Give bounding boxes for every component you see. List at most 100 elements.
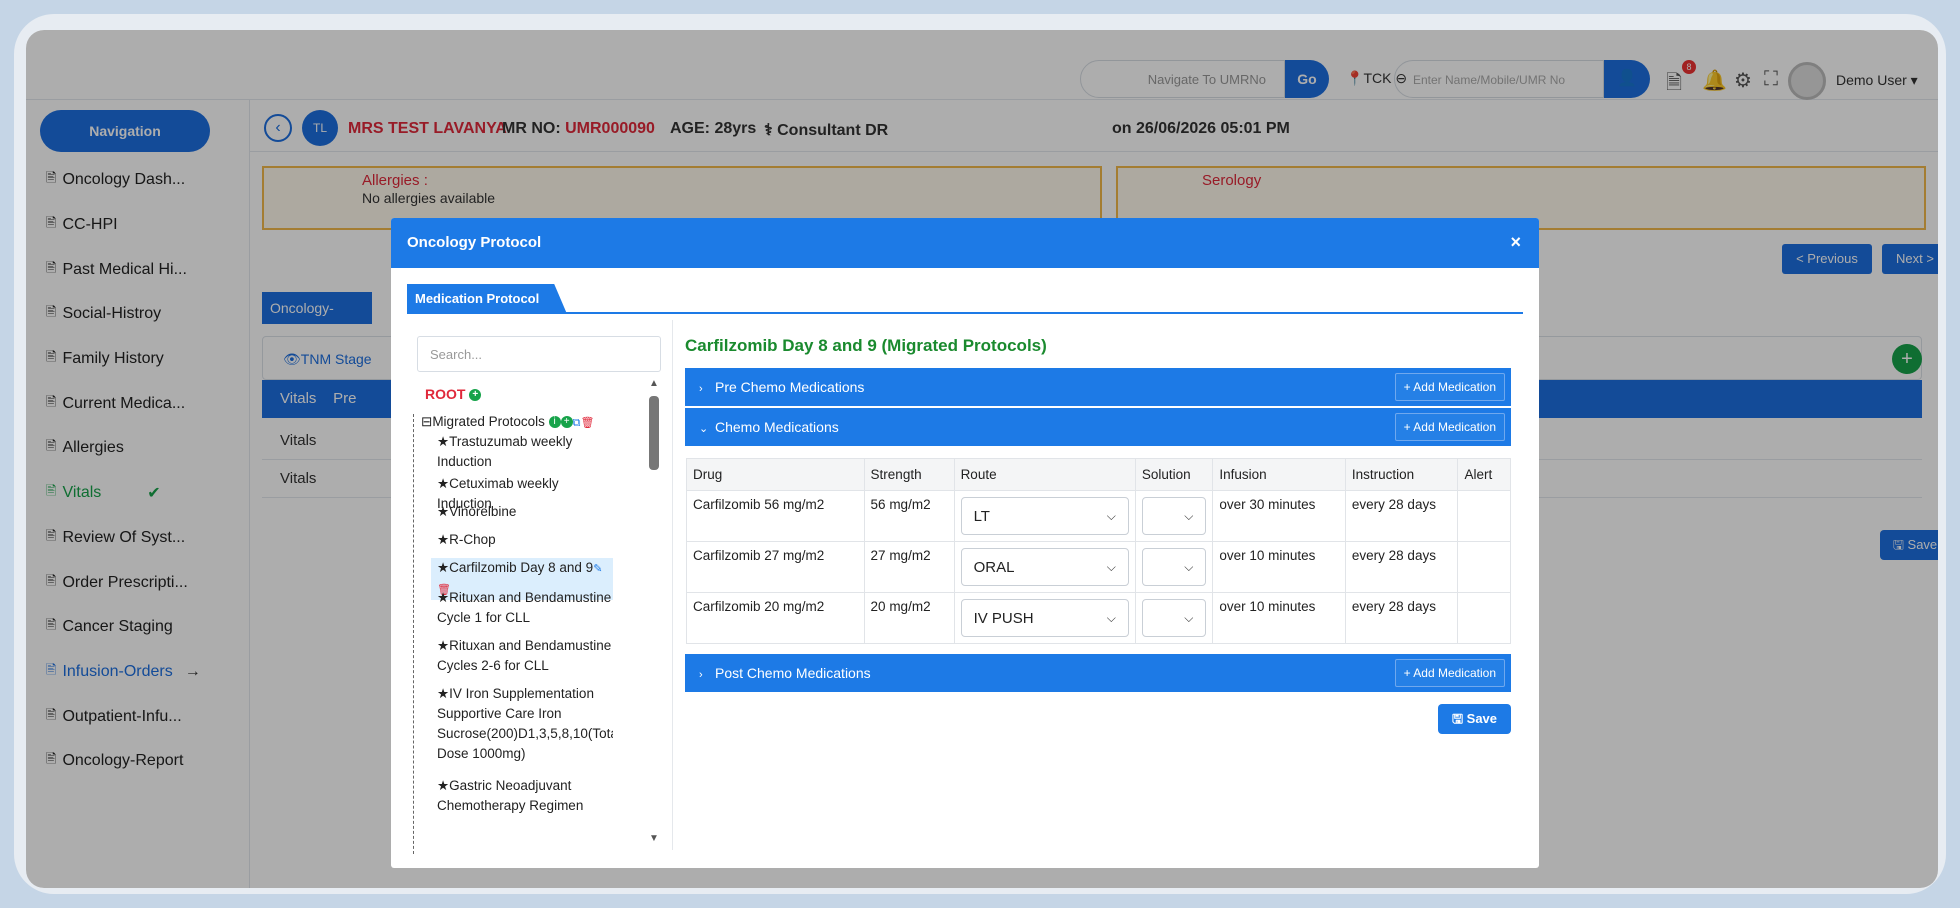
modal-title: Oncology Protocol xyxy=(407,234,542,251)
add-medication-button[interactable]: + Add Medication xyxy=(1394,659,1505,687)
table-row: Carfilzomib 27 mg/m2 27 mg/m2 ORAL ⌵ ⌵ ov… xyxy=(686,541,1511,593)
add-medication-button[interactable]: + Add Medication xyxy=(1394,413,1505,441)
chevron-right-icon: › xyxy=(699,383,703,395)
tree-node-label: Carfilzomib Day 8 and 9 xyxy=(449,560,594,575)
chevron-right-icon: › xyxy=(699,669,703,681)
tree-node[interactable]: ★Vinorelbine xyxy=(437,502,516,522)
tree-node[interactable]: ★Trastuzumab weekly Induction xyxy=(437,432,607,472)
route-select[interactable]: IV PUSH ⌵ xyxy=(960,599,1129,637)
chevron-down-icon: ⌵ xyxy=(1184,508,1194,523)
solution-cell: ⌵ xyxy=(1134,490,1214,542)
save-label: Save xyxy=(1466,711,1498,726)
section-label: Chemo Medications xyxy=(715,419,839,435)
tree-node[interactable]: ★Rituxan and Bendamustine Cycle 1 for CL… xyxy=(437,588,613,628)
route-cell: IV PUSH ⌵ xyxy=(953,592,1136,644)
oncology-protocol-modal: Oncology Protocol × Medication Protocol … xyxy=(391,218,1539,868)
solution-select[interactable]: ⌵ xyxy=(1141,497,1207,535)
tab-underline xyxy=(407,312,1523,314)
tree-node[interactable]: ★Rituxan and Bendamustine Cycles 2-6 for… xyxy=(437,636,613,676)
pre-chemo-section[interactable]: › Pre Chemo Medications + Add Medication xyxy=(685,368,1511,406)
plus-circle-icon[interactable]: + xyxy=(469,389,482,402)
route-select[interactable]: ORAL ⌵ xyxy=(960,548,1129,586)
scroll-down-icon[interactable]: ▼ xyxy=(647,833,661,844)
tree-node-label: Rituxan and Bendamustine Cycles 2-6 for … xyxy=(437,638,612,673)
tree-node[interactable]: ★R-Chop xyxy=(437,530,496,550)
floppy-icon: 🖫 xyxy=(1451,711,1464,726)
chevron-down-icon: ⌵ xyxy=(1106,508,1116,523)
medication-table: Drug Strength Route Solution Infusion In… xyxy=(686,458,1511,644)
edit-icon[interactable]: ✎ xyxy=(593,563,602,575)
trash-icon[interactable]: 🗑 xyxy=(581,417,595,429)
alert-cell xyxy=(1457,490,1511,542)
route-select[interactable]: LT ⌵ xyxy=(960,497,1129,535)
tree-node[interactable]: ★IV Iron Supplementation Supportive Care… xyxy=(437,684,613,764)
chevron-down-icon: ⌵ xyxy=(1184,559,1194,574)
route-cell: LT ⌵ xyxy=(953,490,1136,542)
table-row: Carfilzomib 56 mg/m2 56 mg/m2 LT ⌵ ⌵ over… xyxy=(686,490,1511,542)
tree-node-label: Trastuzumab weekly Induction xyxy=(437,434,573,469)
save-button[interactable]: 🖫 Save xyxy=(1438,704,1511,734)
route-cell: ORAL ⌵ xyxy=(953,541,1136,593)
app-window: Navigate To UMRNo Go 📍TCK ⊖ Enter Name/M… xyxy=(26,30,1938,888)
route-value: LT xyxy=(973,507,990,525)
infusion-cell: over 30 minutes xyxy=(1212,490,1346,542)
alert-cell xyxy=(1457,541,1511,593)
tree-node-label: IV Iron Supplementation Supportive Care … xyxy=(437,686,613,761)
alert-cell xyxy=(1457,592,1511,644)
solution-cell: ⌵ xyxy=(1134,592,1214,644)
protocol-title: Carfilzomib Day 8 and 9 (Migrated Protoc… xyxy=(685,336,1047,355)
strength-cell: 20 mg/m2 xyxy=(863,592,955,644)
drug-cell: Carfilzomib 56 mg/m2 xyxy=(686,490,865,542)
scrollbar-thumb[interactable] xyxy=(649,396,659,470)
post-chemo-section[interactable]: › Post Chemo Medications + Add Medication xyxy=(685,654,1511,692)
chevron-down-icon: ⌄ xyxy=(699,423,709,435)
protocol-tree: ROOT + ⊟Migrated Protocols i + ⧉🗑 ★Trastuz… xyxy=(413,378,613,856)
infusion-cell: over 10 minutes xyxy=(1212,541,1346,593)
column-header: Infusion xyxy=(1212,458,1346,491)
panel-divider xyxy=(672,320,673,850)
column-header: Route xyxy=(953,458,1136,491)
close-icon[interactable]: × xyxy=(1510,232,1521,253)
tree-root-label: ROOT xyxy=(425,386,466,402)
drug-cell: Carfilzomib 27 mg/m2 xyxy=(686,541,865,593)
solution-select[interactable]: ⌵ xyxy=(1141,548,1207,586)
instruction-cell: every 28 days xyxy=(1344,541,1459,593)
plus-circle-icon[interactable]: + xyxy=(560,416,573,429)
column-header: Strength xyxy=(863,458,955,491)
tree-guide-line xyxy=(413,414,414,856)
strength-cell: 56 mg/m2 xyxy=(863,490,955,542)
info-icon[interactable]: i xyxy=(548,416,561,429)
chemo-section[interactable]: ⌄ Chemo Medications + Add Medication xyxy=(685,408,1511,446)
section-label: Post Chemo Medications xyxy=(715,665,871,681)
tree-node-label: Vinorelbine xyxy=(449,504,517,519)
table-header-row: Drug Strength Route Solution Infusion In… xyxy=(686,458,1511,491)
tree-search-input[interactable]: Search... xyxy=(417,336,661,372)
scroll-up-icon[interactable]: ▲ xyxy=(647,378,661,389)
solution-select[interactable]: ⌵ xyxy=(1141,599,1207,637)
instruction-cell: every 28 days xyxy=(1344,592,1459,644)
tree-node-label: Gastric Neoadjuvant Chemotherapy Regimen xyxy=(437,778,584,813)
tree-node[interactable]: ★Gastric Neoadjuvant Chemotherapy Regime… xyxy=(437,776,613,816)
table-row: Carfilzomib 20 mg/m2 20 mg/m2 IV PUSH ⌵ ⌵… xyxy=(686,592,1511,644)
route-value: IV PUSH xyxy=(973,609,1034,627)
drug-cell: Carfilzomib 20 mg/m2 xyxy=(686,592,865,644)
infusion-cell: over 10 minutes xyxy=(1212,592,1346,644)
add-medication-button[interactable]: + Add Medication xyxy=(1394,373,1505,401)
tree-group-label: Migrated Protocols xyxy=(432,414,545,429)
route-value: ORAL xyxy=(973,558,1015,576)
column-header: Drug xyxy=(686,458,865,491)
device-frame: Navigate To UMRNo Go 📍TCK ⊖ Enter Name/M… xyxy=(14,14,1946,894)
chevron-down-icon: ⌵ xyxy=(1106,559,1116,574)
tree-root[interactable]: ROOT + xyxy=(425,386,482,402)
column-header: Alert xyxy=(1457,458,1511,491)
tree-node-label: R-Chop xyxy=(449,532,496,547)
tree-node-label: Rituxan and Bendamustine Cycle 1 for CLL xyxy=(437,590,612,625)
modal-header: Oncology Protocol × xyxy=(391,218,1539,268)
tree-group-migrated[interactable]: ⊟Migrated Protocols i + ⧉🗑 xyxy=(421,412,594,433)
solution-cell: ⌵ xyxy=(1134,541,1214,593)
tab-medication-protocol[interactable]: Medication Protocol xyxy=(407,284,567,314)
section-label: Pre Chemo Medications xyxy=(715,379,865,395)
strength-cell: 27 mg/m2 xyxy=(863,541,955,593)
copy-icon[interactable]: ⧉ xyxy=(573,417,581,429)
chevron-down-icon: ⌵ xyxy=(1184,610,1194,625)
